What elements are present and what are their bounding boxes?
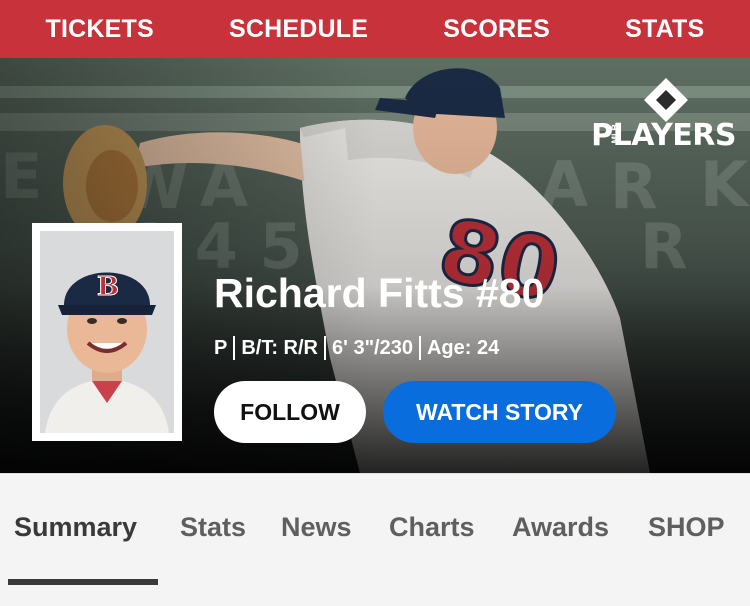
nav-schedule[interactable]: SCHEDULE <box>229 15 368 44</box>
tab-charts[interactable]: Charts <box>389 512 475 543</box>
nav-scores[interactable]: SCORES <box>443 15 550 44</box>
player-height-weight: 6' 3"/230 <box>332 336 413 359</box>
nav-tickets[interactable]: TICKETS <box>46 15 154 44</box>
player-position: P <box>214 336 228 359</box>
tab-summary[interactable]: Summary <box>14 512 137 543</box>
players-wordmark: PLAYERS <box>591 118 736 153</box>
tab-awards[interactable]: Awards <box>512 512 609 543</box>
player-age: Age: 24 <box>426 336 500 359</box>
player-bats-throws: B/T: R/R <box>241 336 319 359</box>
bio-divider <box>324 336 327 360</box>
tab-shop[interactable]: SHOP <box>648 512 725 543</box>
tab-stats[interactable]: Stats <box>180 512 246 543</box>
player-hero: E W A A R K 3 4 5 R 80 MLB PLAYERS <box>0 58 750 473</box>
nav-stats[interactable]: STATS <box>625 15 704 44</box>
player-name: Richard Fitts #80 <box>214 270 545 316</box>
watch-story-button[interactable]: WATCH STORY <box>383 381 616 443</box>
tab-news[interactable]: News <box>281 512 352 543</box>
player-bio-line: P B/T: R/R 6' 3"/230 Age: 24 <box>214 336 499 360</box>
bio-divider <box>418 336 421 360</box>
active-tab-indicator <box>8 579 158 585</box>
player-headshot: B <box>32 223 182 441</box>
player-tabs: Summary Stats News Charts Awards SHOP <box>0 473 750 606</box>
svg-text:B: B <box>97 272 119 302</box>
bio-divider <box>233 336 236 360</box>
follow-button[interactable]: FOLLOW <box>214 381 366 443</box>
headshot-photo: B <box>40 231 174 433</box>
top-nav: TICKETS SCHEDULE SCORES STATS <box>0 0 750 58</box>
